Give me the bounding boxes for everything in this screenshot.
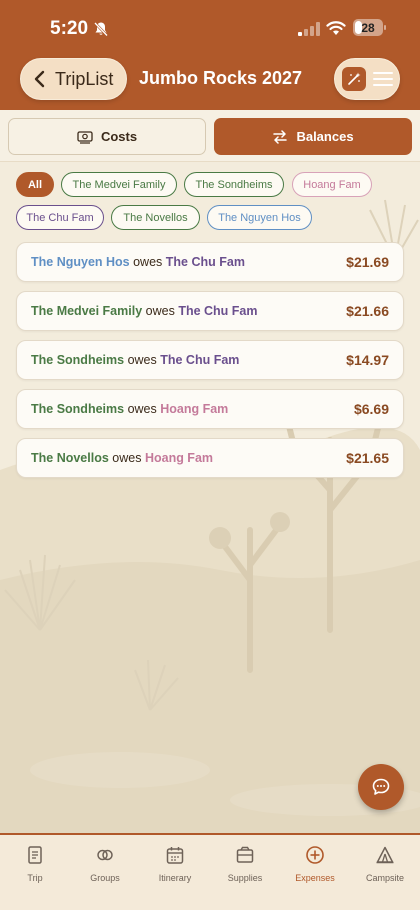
debtor-name: The Medvei Family (31, 304, 143, 318)
balance-description: The Nguyen Hos owes The Chu Fam (31, 255, 346, 269)
filter-chip-label: Hoang Fam (303, 178, 361, 191)
creditor-name: The Chu Fam (160, 353, 240, 367)
balance-row[interactable]: The Nguyen Hos owes The Chu Fam $21.69 (16, 242, 404, 282)
debtor-name: The Novellos (31, 451, 109, 465)
filter-chip-novellos[interactable]: The Novellos (111, 205, 200, 230)
status-time: 5:20 (50, 18, 89, 39)
tab-expenses[interactable]: Expenses (280, 845, 350, 895)
balance-description: The Sondheims owes Hoang Fam (31, 402, 354, 416)
balance-description: The Novellos owes Hoang Fam (31, 451, 346, 465)
balance-amount: $21.69 (346, 254, 389, 270)
creditor-name: The Chu Fam (178, 304, 258, 318)
tab-balances-label: Balances (296, 129, 354, 144)
tab-costs[interactable]: Costs (8, 118, 206, 155)
debtor-name: The Nguyen Hos (31, 255, 130, 269)
money-icon (77, 130, 93, 144)
back-button[interactable]: TripList (20, 58, 127, 100)
balance-amount: $6.69 (353, 401, 389, 417)
balance-amount: $14.97 (346, 352, 389, 368)
filter-chip-label: The Sondheims (195, 178, 273, 191)
creditor-name: Hoang Fam (144, 451, 214, 465)
debtor-name: The Sondheims (31, 353, 125, 367)
tab-trip[interactable]: Trip (0, 845, 70, 895)
tab-supplies[interactable]: Supplies (210, 845, 280, 895)
owes-word: owes (145, 304, 175, 318)
calendar-icon (166, 847, 184, 864)
plus-circle-icon (306, 846, 324, 864)
chat-bubble-icon (372, 778, 390, 795)
hamburger-icon (373, 72, 393, 86)
back-button-label: TripList (55, 68, 114, 89)
battery-cap (384, 25, 386, 30)
balance-row[interactable]: The Novellos owes Hoang Fam $21.65 (16, 438, 404, 478)
filter-chip-label: The Medvei Family (72, 178, 166, 191)
box-icon (236, 846, 254, 863)
balance-row[interactable]: The Sondheims owes Hoang Fam $6.69 (16, 389, 404, 429)
owes-word: owes (133, 255, 163, 269)
rings-icon (97, 849, 113, 861)
owes-word: owes (127, 402, 157, 416)
balance-description: The Sondheims owes The Chu Fam (31, 353, 346, 367)
filter-chip-nguyen-hos[interactable]: The Nguyen Hos (207, 205, 312, 230)
app-header: 5:20 28 TripList Jumbo Rocks 2027 (0, 0, 420, 110)
status-bar: 5:20 28 (0, 0, 420, 56)
tab-label: Expenses (295, 873, 335, 883)
balance-amount: $21.66 (346, 303, 389, 319)
tab-label: Trip (27, 873, 43, 883)
tab-groups[interactable]: Groups (70, 845, 140, 895)
bottom-tab-bar: Trip Groups Itinerary Supplies Expenses … (0, 833, 420, 910)
tab-balances[interactable]: Balances (214, 118, 412, 155)
owes-word: owes (127, 353, 157, 367)
filter-chip-label: The Novellos (123, 211, 188, 224)
filter-chip-label: All (27, 178, 43, 191)
document-icon (28, 846, 42, 864)
balance-row[interactable]: The Medvei Family owes The Chu Fam $21.6… (16, 291, 404, 331)
filter-chip-all[interactable]: All (16, 172, 54, 197)
creditor-name: Hoang Fam (160, 402, 229, 416)
filter-chip-hoang-fam[interactable]: Hoang Fam (292, 172, 372, 197)
tab-costs-label: Costs (100, 129, 138, 144)
magic-wand-icon (348, 72, 361, 85)
balance-description: The Medvei Family owes The Chu Fam (31, 304, 346, 318)
balance-row[interactable]: The Sondheims owes The Chu Fam $14.97 (16, 340, 404, 380)
tab-label: Supplies (227, 873, 263, 883)
magic-wand-button[interactable] (342, 67, 366, 91)
battery-indicator: 28 (353, 19, 383, 36)
filter-chip-label: The Nguyen Hos (218, 211, 301, 224)
balance-amount: $21.65 (346, 450, 389, 466)
tab-itinerary[interactable]: Itinerary (140, 845, 210, 895)
tab-label: Itinerary (158, 873, 192, 883)
tab-label: Campsite (365, 873, 404, 883)
filter-chip-label: The Chu Fam (26, 211, 94, 224)
filter-chip-chu-fam[interactable]: The Chu Fam (16, 205, 104, 230)
menu-button[interactable] (334, 58, 400, 100)
tent-icon (376, 846, 394, 864)
chat-button[interactable] (358, 764, 404, 810)
swap-arrows-icon (273, 129, 288, 144)
battery-percent: 28 (361, 20, 375, 35)
signal-icon (298, 22, 320, 36)
debtor-name: The Sondheims (31, 402, 125, 416)
owes-word: owes (112, 451, 142, 465)
wifi-icon (326, 21, 346, 35)
filter-chip-sondheims[interactable]: The Sondheims (184, 172, 284, 197)
page-title: Jumbo Rocks 2027 (139, 68, 303, 88)
tab-label: Groups (90, 873, 120, 883)
tab-campsite[interactable]: Campsite (350, 845, 420, 895)
bell-off-icon (94, 22, 108, 37)
filter-chip-medvei-family[interactable]: The Medvei Family (61, 172, 177, 197)
creditor-name: The Chu Fam (165, 255, 245, 269)
chevron-left-icon (34, 70, 45, 88)
